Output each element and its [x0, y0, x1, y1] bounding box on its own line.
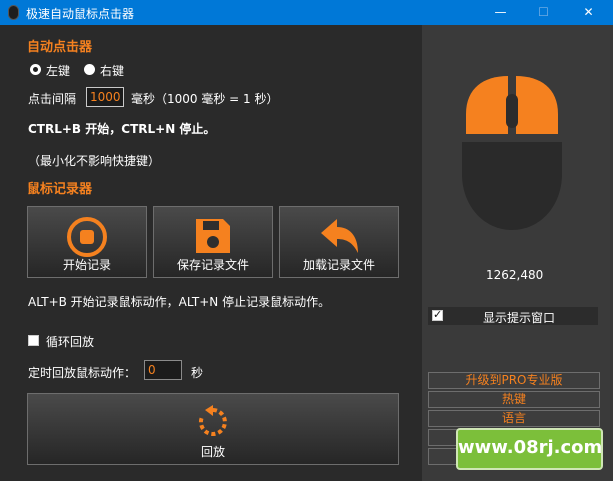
minimize-button[interactable]: — [478, 0, 523, 25]
loop-playback-checkbox[interactable] [28, 335, 39, 346]
timed-playback-input[interactable]: 0 [144, 360, 182, 380]
left-click-radio[interactable] [30, 64, 41, 75]
upgrade-pro-button[interactable]: 升级到PRO专业版 [428, 372, 600, 389]
watermark-text: www.08rj.com [458, 437, 603, 458]
clicker-hotkey-text: CTRL+B 开始，CTRL+N 停止。 [28, 122, 216, 136]
clicker-section-title: 自动点击器 [27, 40, 93, 55]
left-click-label: 左键 [46, 64, 71, 78]
interval-unit: 毫秒（1000 毫秒 = 1 秒） [131, 92, 279, 106]
minimize-note: （最小化不影响快捷键） [28, 154, 161, 168]
interval-label: 点击间隔 [28, 92, 77, 106]
right-click-radio[interactable] [84, 64, 95, 75]
playback-label: 回放 [200, 445, 225, 459]
replay-icon [198, 405, 227, 436]
hotkey-button[interactable]: 热键 [428, 391, 600, 408]
window-title: 极速自动鼠标点击器 [26, 7, 135, 21]
save-icon [196, 219, 230, 253]
save-recording-label: 保存记录文件 [176, 258, 249, 272]
start-recording-button[interactable]: 开始记录 [27, 206, 147, 278]
watermark-badge: www.08rj.com [456, 428, 603, 470]
timed-playback-unit: 秒 [191, 366, 204, 380]
start-recording-label: 开始记录 [62, 258, 111, 272]
right-click-label: 右键 [100, 64, 125, 78]
mouse-app-icon [8, 5, 19, 20]
show-tip-checkbox[interactable] [432, 308, 443, 321]
load-recording-label: 加载记录文件 [302, 258, 375, 272]
title-bar: 极速自动鼠标点击器 — ☐ ✕ [0, 0, 613, 25]
playback-button[interactable]: 回放 [27, 393, 399, 465]
close-button[interactable]: ✕ [566, 0, 611, 25]
undo-arrow-icon [321, 219, 358, 253]
maximize-button[interactable]: ☐ [521, 0, 566, 25]
interval-input[interactable]: 1000 [86, 87, 124, 107]
recorder-section-title: 鼠标记录器 [27, 182, 93, 197]
loop-playback-label: 循环回放 [46, 335, 95, 349]
mouse-illustration-icon [462, 76, 562, 230]
save-recording-button[interactable]: 保存记录文件 [153, 206, 273, 278]
record-icon [67, 217, 107, 257]
load-recording-button[interactable]: 加载记录文件 [279, 206, 399, 278]
timed-playback-label: 定时回放鼠标动作： [28, 366, 137, 380]
recorder-hotkey-text: ALT+B 开始记录鼠标动作，ALT+N 停止记录鼠标动作。 [28, 295, 331, 309]
cursor-coordinates: 1262,480 [486, 268, 544, 282]
language-button[interactable]: 语言 [428, 410, 600, 427]
show-tip-label: 显示提示窗口 [483, 311, 556, 325]
